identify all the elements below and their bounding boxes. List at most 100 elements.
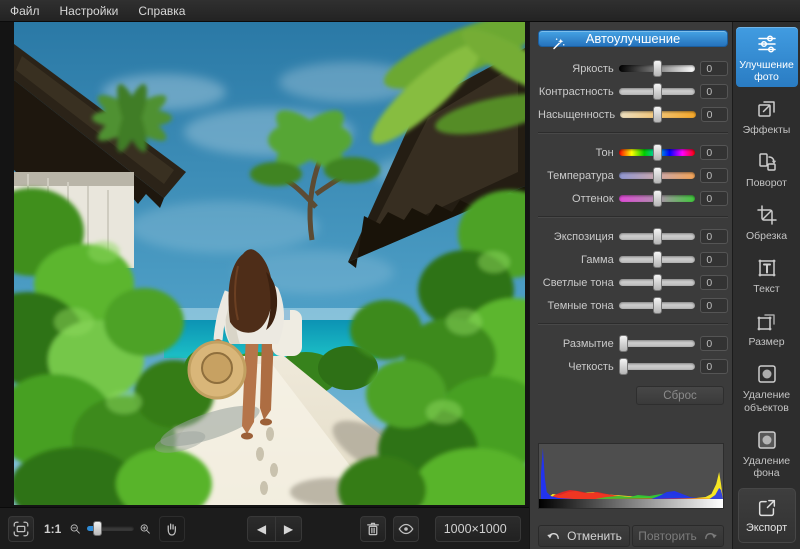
- slider-row: Четкость0: [538, 355, 728, 378]
- slider-value[interactable]: 0: [700, 359, 728, 374]
- next-photo-button[interactable]: ▶: [275, 517, 302, 541]
- auto-enhance-button[interactable]: Автоулучшение: [538, 30, 728, 47]
- slider-thumb[interactable]: [653, 106, 662, 123]
- slider-track[interactable]: [619, 256, 696, 263]
- slider-value[interactable]: 0: [701, 107, 728, 122]
- undo-button[interactable]: Отменить: [538, 525, 630, 547]
- zoom-out-icon[interactable]: [69, 521, 82, 537]
- slider-thumb[interactable]: [619, 358, 628, 375]
- slider-row: Контрастность 0: [538, 80, 728, 103]
- tool-object-removal[interactable]: Удаление объектов: [736, 357, 798, 417]
- slider-group: Яркость0Контрастность0Насыщенность0: [538, 52, 728, 130]
- slider-row: Насыщенность0: [538, 103, 728, 126]
- image-size-indicator[interactable]: 1000×1000: [435, 516, 521, 542]
- slider-group: Размытие0Четкость0: [538, 327, 728, 382]
- slider-thumb[interactable]: [653, 228, 662, 245]
- slider-track[interactable]: [619, 88, 696, 95]
- menu-help[interactable]: Справка: [138, 4, 185, 18]
- slider-value[interactable]: 0: [700, 229, 728, 244]
- slider-thumb[interactable]: [653, 274, 662, 291]
- slider-track[interactable]: [619, 279, 696, 286]
- slider-track[interactable]: [619, 149, 696, 156]
- tool-background-removal[interactable]: Удаление фона: [736, 423, 798, 483]
- trash-icon: [364, 520, 382, 538]
- slider-value[interactable]: 0: [700, 298, 728, 313]
- tool-crop[interactable]: Обрезка: [736, 198, 798, 246]
- slider-value[interactable]: 0: [700, 61, 728, 76]
- slider-thumb[interactable]: [653, 167, 662, 184]
- slider-label: Тон: [538, 147, 614, 159]
- hand-tool-button[interactable]: [159, 516, 185, 542]
- tool-resize[interactable]: Размер: [736, 304, 798, 352]
- effects-icon: [755, 97, 779, 121]
- delete-photo-button[interactable]: [360, 516, 386, 542]
- beach-photo-image: [14, 22, 525, 505]
- tool-text[interactable]: Текст: [736, 251, 798, 299]
- slider-label: Темные тона: [538, 300, 614, 312]
- crop-icon: [755, 203, 779, 227]
- slider-row: Яркость0: [538, 57, 728, 80]
- tool-label: Обрезка: [746, 230, 787, 242]
- slider-value[interactable]: 0: [700, 336, 728, 351]
- slider-row: Экспозиция0: [538, 225, 728, 248]
- actual-size-button[interactable]: 1:1: [44, 522, 61, 536]
- export-button[interactable]: Экспорт: [738, 488, 796, 543]
- reset-button[interactable]: Сброс: [636, 386, 724, 405]
- tool-label: Удаление объектов: [737, 389, 797, 413]
- zoom-slider-thumb[interactable]: [93, 521, 102, 536]
- background-removal-icon: [755, 428, 779, 452]
- tool-rotate[interactable]: Поворот: [736, 145, 798, 193]
- statusbar: 1:1 ◀ ▶: [0, 507, 529, 549]
- slider-track[interactable]: [619, 195, 696, 202]
- show-original-button[interactable]: [393, 516, 419, 542]
- menu-settings[interactable]: Настройки: [60, 4, 119, 18]
- menu-file[interactable]: Файл: [10, 4, 40, 18]
- redo-label: Повторить: [638, 529, 697, 543]
- redo-button[interactable]: Повторить: [632, 525, 724, 547]
- group-separator: [538, 132, 728, 134]
- slider-value[interactable]: 0: [700, 168, 728, 183]
- slider-track[interactable]: [619, 233, 696, 240]
- tool-label: Эффекты: [743, 124, 791, 136]
- slider-label: Температура: [538, 170, 614, 182]
- slider-track[interactable]: [619, 65, 696, 72]
- slider-thumb[interactable]: [653, 251, 662, 268]
- canvas-column: 1:1 ◀ ▶: [0, 22, 529, 549]
- zoom-slider[interactable]: [87, 526, 134, 531]
- slider-label: Светлые тона: [538, 277, 614, 289]
- tool-sliders[interactable]: Улучшение фото: [736, 27, 798, 87]
- slider-groups: Яркость0Контрастность0Насыщенность0Тон0Т…: [538, 52, 728, 382]
- adjustments-panel: Автоулучшение Яркость0Контрастность0Насы…: [529, 22, 732, 549]
- slider-track[interactable]: [619, 363, 696, 370]
- slider-thumb[interactable]: [653, 83, 662, 100]
- tool-label: Улучшение фото: [737, 59, 797, 83]
- slider-thumb[interactable]: [653, 60, 662, 77]
- fit-to-screen-button[interactable]: [8, 516, 34, 542]
- slider-value[interactable]: 0: [700, 84, 728, 99]
- slider-track[interactable]: [619, 302, 696, 309]
- histogram: [538, 443, 724, 509]
- zoom-in-icon[interactable]: [139, 521, 152, 537]
- slider-label: Оттенок: [538, 193, 614, 205]
- menubar: Файл Настройки Справка: [0, 0, 800, 22]
- previous-photo-button[interactable]: ◀: [248, 517, 274, 541]
- tool-label: Размер: [748, 336, 784, 348]
- slider-thumb[interactable]: [653, 144, 662, 161]
- slider-value[interactable]: 0: [700, 145, 728, 160]
- photo-canvas[interactable]: [0, 22, 529, 507]
- slider-thumb[interactable]: [653, 297, 662, 314]
- slider-thumb[interactable]: [653, 190, 662, 207]
- slider-track[interactable]: [619, 340, 696, 347]
- slider-value[interactable]: 0: [700, 191, 728, 206]
- slider-value[interactable]: 0: [700, 275, 728, 290]
- object-removal-icon: [755, 362, 779, 386]
- tool-effects[interactable]: Эффекты: [736, 92, 798, 140]
- slider-value[interactable]: 0: [700, 252, 728, 267]
- slider-label: Контрастность: [538, 86, 614, 98]
- slider-thumb[interactable]: [619, 335, 628, 352]
- slider-track[interactable]: [619, 172, 696, 179]
- auto-enhance-label: Автоулучшение: [586, 31, 681, 46]
- slider-track[interactable]: [620, 111, 696, 118]
- slider-row: Тон 0: [538, 141, 728, 164]
- hand-icon: [163, 520, 181, 538]
